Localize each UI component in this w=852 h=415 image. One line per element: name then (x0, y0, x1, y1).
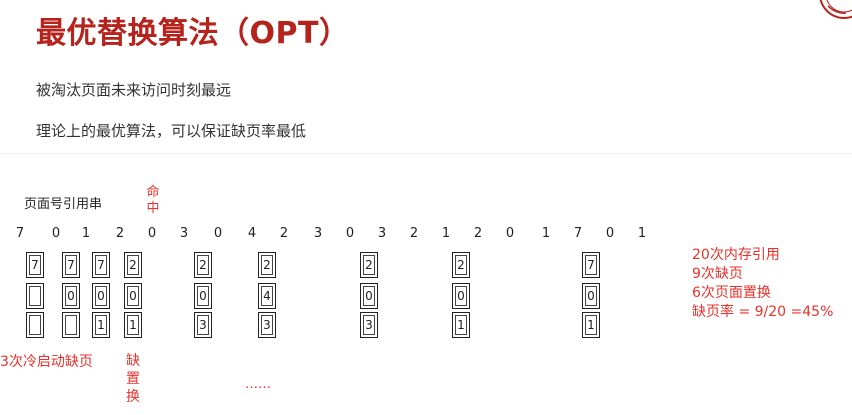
frame-cell: 7 (582, 252, 600, 278)
frame-cell (26, 312, 44, 338)
stat-fault-rate: 缺页率 = 9/20 =45% (692, 304, 834, 320)
frame-cell-value: 2 (199, 258, 207, 272)
reference-number: 0 (147, 226, 157, 241)
frame-cell: 2 (360, 252, 378, 278)
frame-cell-value: 2 (457, 258, 465, 272)
frame-cell: 4 (258, 283, 276, 309)
frame-cell: 7 (26, 252, 44, 278)
frame-cell-value: 7 (587, 258, 595, 272)
reference-number: 0 (505, 226, 515, 241)
stat-page-replacements: 6次页面置换 (692, 285, 771, 301)
frame-cell-value: 0 (587, 289, 595, 303)
frame-cell: 2 (452, 252, 470, 278)
frame-cell: 1 (124, 312, 142, 338)
statistics-panel: 20次内存引用 9次缺页 6次页面置换 缺页率 = 9/20 =45% (692, 246, 833, 322)
ellipsis: …… (245, 377, 271, 392)
divider (0, 153, 852, 154)
frame-cell-value: 0 (199, 289, 207, 303)
frame-cell-value: 3 (199, 318, 207, 332)
hit-annotation: 命中 (146, 185, 160, 216)
reference-number: 0 (345, 226, 355, 241)
frame-cell: 0 (194, 283, 212, 309)
frame-cell: 1 (582, 312, 600, 338)
reference-number: 1 (81, 226, 91, 241)
frame-cell-value: 0 (457, 289, 465, 303)
frame-cell: 2 (124, 252, 142, 278)
reference-number: 0 (51, 226, 61, 241)
frame-cell: 2 (194, 252, 212, 278)
frame-cell-value: 3 (263, 318, 271, 332)
university-seal-logo (819, 0, 852, 19)
frame-cell-value: 3 (365, 318, 373, 332)
frame-cell: 1 (92, 312, 110, 338)
frame-cell-value: 2 (129, 258, 137, 272)
frame-cell: 7 (92, 252, 110, 278)
frame-cell: 7 (62, 252, 80, 278)
replacement-annotation: 缺置换 (126, 353, 140, 405)
frame-cell: 0 (92, 283, 110, 309)
frame-cell: 0 (124, 283, 142, 309)
reference-number: 3 (179, 226, 189, 241)
reference-number: 2 (115, 226, 125, 241)
frame-cell-value: 2 (365, 258, 373, 272)
stat-memory-references: 20次内存引用 (692, 247, 780, 263)
frame-cell: 0 (62, 283, 80, 309)
reference-number: 7 (15, 226, 25, 241)
frame-cell-value: 1 (97, 318, 105, 332)
frame-cell: 0 (452, 283, 470, 309)
frame-cell-value: 4 (263, 289, 271, 303)
frame-cell: 0 (582, 283, 600, 309)
frame-cell: 3 (258, 312, 276, 338)
page-title: 最优替换算法（OPT） (36, 16, 350, 51)
reference-number: 0 (213, 226, 223, 241)
bullet-text: 被淘汰页面未来访问时刻最远 (36, 81, 232, 99)
frame-cell-value: 7 (97, 258, 105, 272)
reference-number: 3 (313, 226, 323, 241)
frame-cell-value: 0 (67, 289, 75, 303)
frame-cell-value: 1 (457, 318, 465, 332)
reference-number: 1 (541, 226, 551, 241)
reference-number: 1 (637, 226, 647, 241)
bullet-text: 理论上的最优算法，可以保证缺页率最低 (36, 122, 307, 140)
frame-cell-value: 7 (67, 258, 75, 272)
frame-cell-value: 0 (97, 289, 105, 303)
frame-cell-value: 2 (263, 258, 271, 272)
reference-number: 2 (473, 226, 483, 241)
stat-page-faults: 9次缺页 (692, 266, 743, 282)
frame-cell-value: 7 (31, 258, 39, 272)
frame-cell (26, 283, 44, 309)
reference-number: 7 (573, 226, 583, 241)
reference-number: 0 (605, 226, 615, 241)
frame-cell-value: 1 (129, 318, 137, 332)
frame-cell: 1 (452, 312, 470, 338)
reference-number: 2 (409, 226, 419, 241)
frame-cell-value: 0 (365, 289, 373, 303)
cold-start-annotation: 3次冷启动缺页 (0, 354, 93, 370)
frame-cell-value: 0 (129, 289, 137, 303)
frame-cell: 3 (360, 312, 378, 338)
frame-cell: 0 (360, 283, 378, 309)
frame-cell (62, 312, 80, 338)
reference-number: 1 (441, 226, 451, 241)
frame-cell: 3 (194, 312, 212, 338)
reference-number: 2 (279, 226, 289, 241)
frame-cell-value: 1 (587, 318, 595, 332)
reference-number: 4 (247, 226, 257, 241)
frame-cell: 2 (258, 252, 276, 278)
reference-number: 3 (377, 226, 387, 241)
reference-string-label: 页面号引用串 (24, 197, 103, 212)
